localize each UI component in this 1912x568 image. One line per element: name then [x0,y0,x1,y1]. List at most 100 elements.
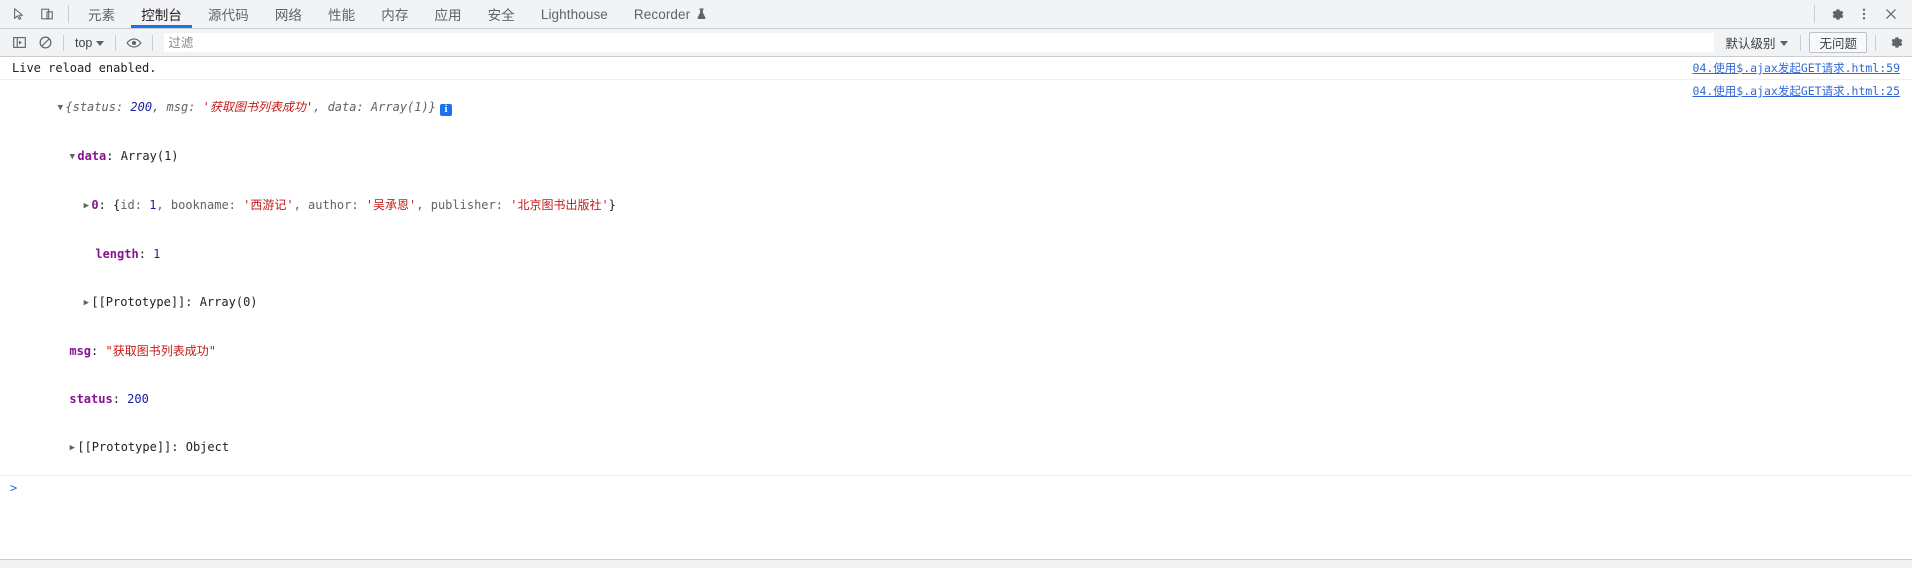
tab-application[interactable]: 应用 [421,0,474,28]
tab-label: Lighthouse [540,6,608,22]
execution-context-value: top [75,35,93,50]
tabbar-right-divider [1814,5,1815,23]
execution-context-selector[interactable]: top [69,33,110,53]
inline-comma-1: , [156,198,171,212]
console-object-row[interactable]: 04.使用$.ajax发起GET请求.html:25 ▼ {status: 200… [0,80,1912,476]
inline-author-value: '吴承恩' [365,198,417,212]
filterbar-divider-2 [115,34,117,51]
console-message-text: Live reload enabled. [12,61,157,75]
tab-performance[interactable]: 性能 [315,0,368,28]
issues-label: 无问题 [1819,37,1857,51]
tree-key: [[Prototype]] [77,440,172,454]
inline-publisher-key: publisher: [430,198,511,212]
tab-recorder[interactable]: Recorder [621,0,720,28]
preview-sep-1: , [152,100,167,114]
console-prompt[interactable]: > [0,476,1912,500]
tree-separator: : [171,440,186,454]
tab-label: Recorder [633,6,691,22]
console-message-row[interactable]: Live reload enabled. 04.使用$.ajax发起GET请求.… [0,57,1912,80]
chevron-down-icon [1780,40,1789,46]
disclosure-triangle-closed-icon[interactable]: ▶ [81,198,91,214]
tab-label: 内存 [381,8,409,23]
tab-label: 源代码 [208,8,249,23]
tree-value: Array(1) [120,149,179,163]
tree-key: msg [69,344,92,358]
tree-node-array-item-0[interactable]: ▶ 0: {id: 1, bookname: '西游记', author: '吴承… [0,181,1912,230]
tab-lighthouse[interactable]: Lighthouse [528,0,621,28]
live-expression-icon[interactable] [121,31,147,55]
console-settings-gear-icon[interactable] [1884,32,1908,54]
tab-elements[interactable]: 元素 [75,0,128,28]
tab-label: 元素 [88,8,116,23]
log-level-value: 默认级别 [1725,37,1776,51]
inspect-cursor-icon[interactable] [6,2,32,26]
tab-label: 应用 [434,8,462,23]
tree-separator: : [106,149,121,163]
tree-value: 200 [127,392,149,406]
chevron-down-icon [96,40,105,46]
filterbar-divider-5 [1875,34,1876,51]
preview-data-value: Array(1) [370,100,429,114]
tree-separator: : [98,198,114,212]
kebab-menu-icon[interactable] [1851,2,1877,26]
preview-status-key: status: [72,100,131,114]
inline-id-key: id: [120,198,150,212]
tree-value: Array(0) [199,295,258,309]
tabbar-right-icons [1810,0,1912,28]
object-preview-line[interactable]: ▼ {status: 200, msg: '获取图书列表成功', data: Ar… [0,83,1912,132]
tree-separator: : [91,344,106,358]
disclosure-triangle-open-icon[interactable]: ▼ [67,149,77,165]
disclosure-triangle-closed-icon[interactable]: ▶ [67,440,77,456]
tree-key: 0 [91,198,99,212]
disclosure-triangle-closed-icon[interactable]: ▶ [81,295,91,311]
tab-memory[interactable]: 内存 [368,0,421,28]
tree-separator: : [185,295,200,309]
close-icon[interactable] [1878,2,1904,26]
tree-node-object-prototype[interactable]: ▶ [[Prototype]]: Object [0,423,1912,472]
filter-input[interactable] [164,33,1715,52]
console-prompt-input[interactable] [17,480,1912,496]
tree-key: [[Prototype]] [91,295,186,309]
preview-data-key: data: [327,100,371,114]
tab-label: 网络 [274,8,303,23]
tab-label: 控制台 [141,8,183,23]
gear-icon[interactable] [1824,2,1850,26]
tree-separator: : [112,392,128,406]
console-messages: Live reload enabled. 04.使用$.ajax发起GET请求.… [0,57,1912,500]
source-link[interactable]: 04.使用$.ajax发起GET请求.html:25 [1693,83,1900,99]
devtools-tab-bar: 元素 控制台 源代码 网络 性能 内存 应用 安全 Lighthouse Rec… [0,0,1912,29]
tab-network[interactable]: 网络 [262,0,315,28]
log-level-selector[interactable]: 默认级别 [1718,33,1795,53]
clear-console-icon[interactable] [32,31,58,55]
tree-value: Object [185,440,230,454]
tabbar-divider [68,5,69,23]
tab-security[interactable]: 安全 [475,0,528,28]
issues-button[interactable]: 无问题 [1809,32,1867,53]
tab-label: 性能 [328,8,356,23]
tabbar-left-icons [0,0,64,28]
tree-node-data[interactable]: ▼ data: Array(1) [0,132,1912,181]
inline-bookname-key: bookname: [170,198,244,212]
inline-publisher-value: '北京图书出版社' [510,198,609,212]
tree-key: data [77,149,107,163]
preview-close-brace: } [428,100,436,114]
preview-sep-2: , [313,100,328,114]
tree-node-array-prototype[interactable]: ▶ [[Prototype]]: Array(0) [0,278,1912,327]
device-toolbar-icon[interactable] [34,2,60,26]
bottom-status-bar [0,559,1912,568]
info-badge-icon[interactable]: i [439,104,452,116]
filterbar-divider-3 [152,34,154,51]
tree-value: "获取图书列表成功" [105,344,216,358]
tree-key: length [95,247,139,261]
tab-console[interactable]: 控制台 [128,0,195,28]
console-sidebar-icon[interactable] [6,31,32,55]
inline-comma-2: , [293,198,309,212]
source-link[interactable]: 04.使用$.ajax发起GET请求.html:59 [1693,60,1900,76]
flask-icon [696,8,707,20]
disclosure-triangle-open-icon[interactable]: ▼ [55,100,65,116]
inline-bookname-value: '西游记' [243,198,294,212]
inline-comma-3: , [416,198,431,212]
prompt-caret-icon: > [10,481,18,495]
tab-sources[interactable]: 源代码 [195,0,262,28]
panel-tabs: 元素 控制台 源代码 网络 性能 内存 应用 安全 Lighthouse Rec… [75,0,1810,28]
